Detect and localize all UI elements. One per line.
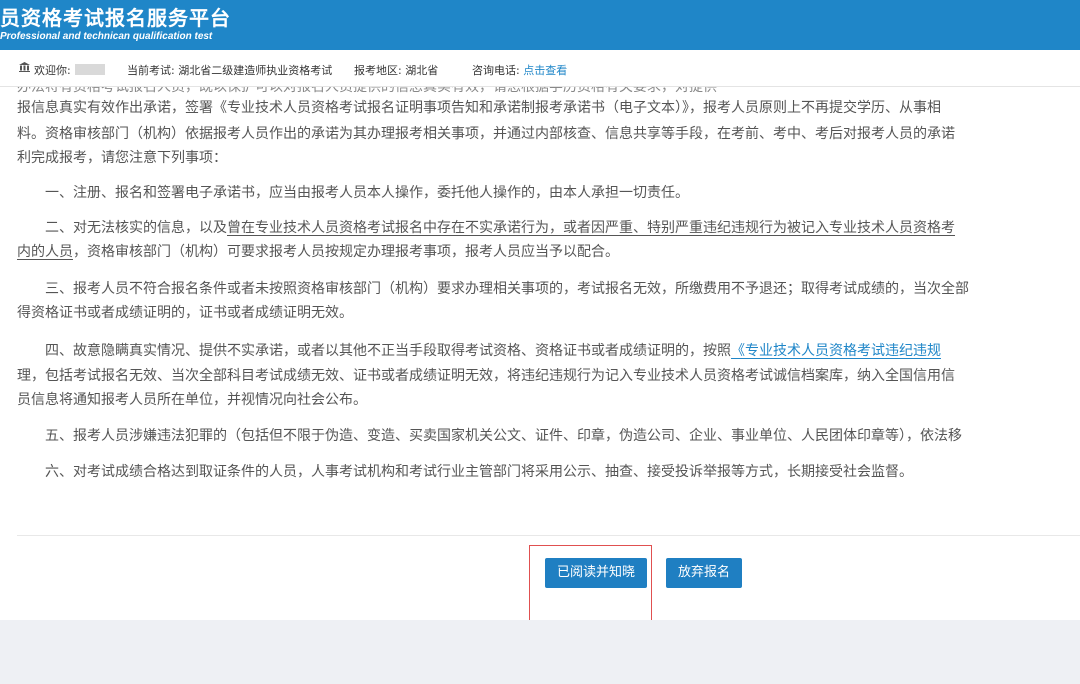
notice-item-4-cont: 理，包括考试报名无效、当次全部科目考试成绩无效、证书或者成绩证明无效，将违纪违规… <box>17 368 955 384</box>
notice-item-2-tail: ，资格审核部门（机构）可要求报考人员按规定办理报考事项，报考人员应当予以配合。 <box>73 244 619 260</box>
site-header: 员资格考试报名服务平台 Professional and technican q… <box>0 0 1080 50</box>
notice-line-1: 报信息真实有效作出承诺，签署《专业技术人员资格考试报名证明事项告知和承诺制报考承… <box>17 100 941 116</box>
current-exam-value: 湖北省二级建造师执业资格考试 <box>178 64 333 77</box>
notice-item-5: 五、报考人员涉嫌违法犯罪的（包括但不限于伪造、变造、买卖国家机关公文、证件、印章… <box>45 428 962 444</box>
consult-phone: 咨询电话: 点击查看 <box>472 62 567 78</box>
notice-item-2-lead: 二、对无法核实的信息，以及 <box>45 220 227 236</box>
welcome-text: 欢迎你: <box>34 62 105 78</box>
notice-item-2-underlined-cont: 内的人员 <box>17 244 73 260</box>
notice-item-2-cont: 内的人员，资格审核部门（机构）可要求报考人员按规定办理报考事项，报考人员应当予以… <box>17 243 619 261</box>
exam-region: 报考地区: 湖北省 <box>354 62 438 78</box>
region-label: 报考地区: <box>354 64 402 77</box>
notice-item-4-cont-2: 员信息将通知报考人员所在单位，并视情况向社会公布。 <box>17 392 367 408</box>
notice-item-4-lead: 四、故意隐瞒真实情况、提供不实承诺，或者以其他不正当手段取得考试资格、资格证书或… <box>45 343 731 359</box>
site-subtitle: Professional and technican qualification… <box>0 31 213 42</box>
notice-item-3: 三、报考人员不符合报名条件或者未按照资格审核部门（机构）要求办理相关事项的，考试… <box>45 281 969 297</box>
notice-line-clipped: 办法将有资格考试报名人员，既以保护可以对报名人员提供的信息真实有效，请您根据学历… <box>17 87 717 95</box>
current-exam-label: 当前考试: <box>127 64 175 77</box>
phone-label: 咨询电话: <box>472 64 520 77</box>
notice-text: 办法将有资格考试报名人员，既以保护可以对报名人员提供的信息真实有效，请您根据学历… <box>17 87 1080 585</box>
site-title: 员资格考试报名服务平台 <box>0 6 231 30</box>
notice-item-1: 一、注册、报名和签署电子承诺书，应当由报考人员本人操作，委托他人操作的，由本人承… <box>45 185 689 201</box>
phone-view-link[interactable]: 点击查看 <box>523 64 567 77</box>
region-value: 湖北省 <box>405 64 439 77</box>
notice-line-2: 料。资格审核部门（机构）依据报考人员作出的承诺为其办理报考相关事项，并通过内部核… <box>17 126 955 142</box>
welcome-label: 欢迎你: <box>34 64 71 77</box>
home-icon <box>19 62 30 72</box>
notice-line-3: 利完成报考，请您注意下列事项： <box>17 150 227 166</box>
violation-rules-link[interactable]: 《专业技术人员资格考试违纪违规 <box>731 343 941 359</box>
abandon-button[interactable]: 放弃报名 <box>666 558 743 588</box>
current-exam: 当前考试: 湖北省二级建造师执业资格考试 <box>127 62 332 78</box>
notice-item-3-cont: 得资格证书或者成绩证明的，证书或者成绩证明无效。 <box>17 305 353 321</box>
notice-panel: 办法将有资格考试报名人员，既以保护可以对报名人员提供的信息真实有效，请您根据学历… <box>0 87 1080 620</box>
notice-item-2: 二、对无法核实的信息，以及曾在专业技术人员资格考试报名中存在不实承诺行为，或者因… <box>45 219 955 237</box>
notice-item-6: 六、对考试成绩合格达到取证条件的人员，人事考试机构和考试行业主管部门将采用公示、… <box>45 464 913 480</box>
notice-item-2-underlined: 曾在专业技术人员资格考试报名中存在不实承诺行为，或者因严重、特别严重违纪违规行为… <box>227 220 955 236</box>
masked-username <box>74 64 105 75</box>
notice-item-4: 四、故意隐瞒真实情况、提供不实承诺，或者以其他不正当手段取得考试资格、资格证书或… <box>45 342 941 360</box>
agree-button[interactable]: 已阅读并知晓 <box>545 558 648 588</box>
content-divider <box>17 535 1080 536</box>
info-bar: 欢迎你: 当前考试: 湖北省二级建造师执业资格考试 报考地区: 湖北省 咨询电话… <box>0 50 1080 87</box>
